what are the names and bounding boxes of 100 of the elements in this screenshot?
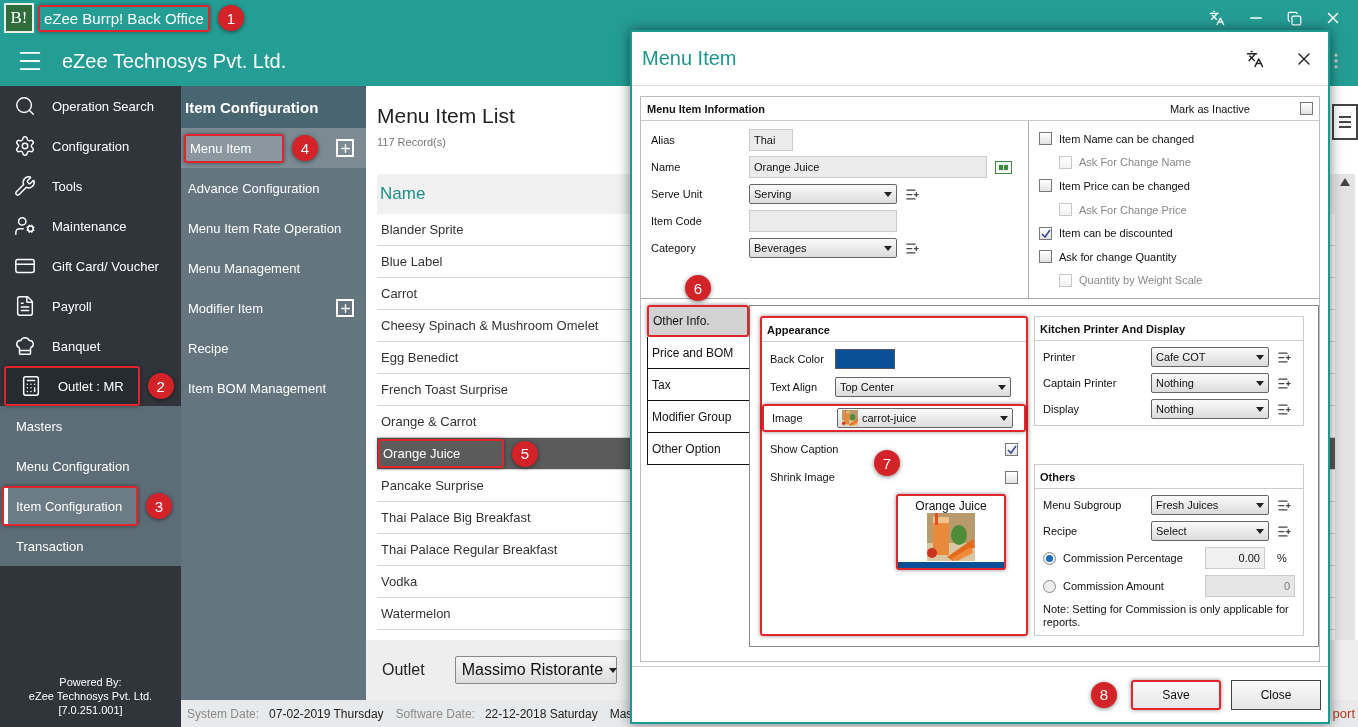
sidebar-item[interactable]: Configuration — [0, 126, 181, 166]
caret-icon — [1256, 354, 1264, 360]
add-list-icon[interactable] — [1277, 401, 1292, 417]
radio-label: Commission Percentage — [1063, 552, 1184, 564]
tab[interactable]: Other Option — [647, 433, 749, 465]
settings-icon — [14, 135, 36, 157]
submenu-item[interactable]: Advance Configuration — [181, 168, 366, 208]
table-cell-text: Thai Palace Big Breakfast — [380, 509, 532, 527]
sidebar-item[interactable]: Banquet — [0, 326, 181, 366]
radio-button[interactable] — [1043, 551, 1056, 565]
submenu-item[interactable]: Menu Management — [181, 248, 366, 288]
dropdown[interactable]: Beverages — [749, 238, 897, 258]
dialog-button[interactable]: Save — [1131, 679, 1221, 710]
dropdown[interactable]: Serving — [749, 184, 897, 204]
number-field[interactable]: 0.00 — [1205, 547, 1265, 569]
translate-icon[interactable] — [1246, 49, 1264, 68]
sidebar-item-label: Gift Card/ Voucher — [52, 258, 159, 274]
caret-icon — [1256, 380, 1264, 386]
add-list-icon[interactable] — [905, 186, 920, 202]
submenu-item[interactable]: Recipe — [181, 328, 366, 368]
text-field[interactable]: Orange Juice — [749, 156, 987, 178]
checkbox-label: Item can be discounted — [1059, 227, 1173, 240]
checkbox[interactable] — [1039, 226, 1052, 240]
sidebar-item[interactable]: Payroll — [0, 286, 181, 326]
dropdown[interactable]: Select — [1151, 521, 1269, 541]
tab[interactable]: Modifier Group — [647, 401, 749, 433]
sidebar-item-label: Operation Search — [52, 98, 154, 114]
arrow-up-icon[interactable] — [1340, 178, 1350, 186]
plus-icon — [338, 301, 352, 315]
dropdown[interactable]: Nothing — [1151, 399, 1269, 419]
add-list-icon[interactable] — [1277, 349, 1292, 365]
link-text[interactable]: port — [1332, 706, 1358, 721]
dialog-button[interactable]: Close — [1231, 679, 1321, 710]
submenu-item[interactable]: Menu Item 4 — [181, 128, 366, 168]
submenu-item-label: Item BOM Management — [187, 379, 327, 398]
checkbox[interactable] — [1005, 470, 1018, 484]
add-list-icon[interactable] — [1277, 523, 1292, 539]
field-label: Item Code — [651, 215, 703, 227]
sidebar-item[interactable]: Operation Search — [0, 86, 181, 126]
add-button[interactable] — [336, 299, 354, 317]
checkbox-label: Ask For Change Price — [1079, 203, 1187, 216]
number-field[interactable]: 0 — [1205, 575, 1295, 597]
submenu-item-label: Modifier Item — [187, 299, 265, 318]
restore-icon[interactable] — [1287, 10, 1302, 26]
checkbox[interactable] — [1300, 102, 1313, 115]
chef-hat-icon — [14, 335, 36, 357]
group-title: Others — [1040, 470, 1076, 483]
submenu-item[interactable]: Menu Item Rate Operation — [181, 208, 366, 248]
radio-label: Commission Amount — [1063, 580, 1165, 592]
dropdown[interactable]: Fresh Juices — [1151, 495, 1269, 515]
dropdown[interactable]: Cafe COT — [1151, 347, 1269, 367]
field-label: Menu Subgroup — [1043, 499, 1123, 511]
wrench-icon — [14, 175, 36, 197]
field-label: Text Align — [770, 381, 819, 393]
add-list-icon[interactable] — [1277, 375, 1292, 391]
caret-icon — [1000, 415, 1008, 421]
dropdown[interactable]: Top Center — [835, 377, 1011, 397]
section-title: Menu Item Information — [647, 102, 765, 115]
step-marker: 7 — [874, 450, 900, 476]
radio-button[interactable] — [1043, 579, 1056, 593]
add-button[interactable] — [336, 139, 354, 157]
submenu-item[interactable]: Modifier Item — [181, 288, 366, 328]
text-field[interactable] — [749, 210, 897, 232]
tab[interactable]: Price and BOM — [647, 337, 749, 369]
status-value: 07-02-2019 Thursday — [269, 706, 384, 721]
checkbox[interactable] — [1039, 250, 1052, 264]
sidebar-item[interactable]: Tools — [0, 166, 181, 206]
list-view-button[interactable] — [1332, 104, 1358, 140]
outlet-dropdown[interactable]: Massimo Ristorante — [454, 656, 617, 684]
step-marker: 6 — [685, 275, 711, 301]
document-icon — [14, 295, 36, 317]
sidebar-section[interactable]: Transaction — [0, 526, 181, 566]
sidebar-item[interactable]: Maintenance — [0, 206, 181, 246]
field-label: Serve Unit — [651, 188, 704, 200]
checkbox-label: Mark as Inactive — [1169, 102, 1250, 115]
table-cell-text: Blue Label — [380, 253, 444, 271]
add-list-icon[interactable] — [905, 240, 920, 256]
step-marker: 3 — [146, 493, 172, 519]
color-swatch[interactable] — [835, 349, 895, 369]
checkbox-label: Item Price can be changed — [1059, 179, 1190, 192]
sidebar-section[interactable]: Menu Configuration — [0, 446, 181, 486]
text-format-icon[interactable] — [995, 160, 1012, 174]
checkbox[interactable] — [1039, 179, 1052, 193]
dropdown[interactable]: carrot-juice — [837, 408, 1013, 428]
dropdown[interactable]: Nothing — [1151, 373, 1269, 393]
sidebar-item-label: Tools — [52, 178, 83, 194]
checkbox[interactable] — [1005, 442, 1018, 456]
text-field[interactable]: Thai — [749, 129, 793, 151]
submenu-item-label: Advance Configuration — [187, 179, 321, 198]
checkbox-label: Show Caption — [770, 443, 840, 455]
sidebar-item[interactable]: Gift Card/ Voucher — [0, 246, 181, 286]
tab[interactable]: Tax — [647, 369, 749, 401]
submenu-title: Item Configuration — [181, 86, 366, 128]
sidebar-item-label: Maintenance — [52, 218, 127, 234]
submenu-item-label: Menu Management — [187, 259, 301, 278]
checkbox[interactable] — [1039, 132, 1052, 146]
field-label: Name — [651, 161, 682, 173]
add-list-icon[interactable] — [1277, 497, 1292, 513]
sidebar-section[interactable]: Masters — [0, 406, 181, 446]
submenu-item[interactable]: Item BOM Management — [181, 368, 366, 408]
